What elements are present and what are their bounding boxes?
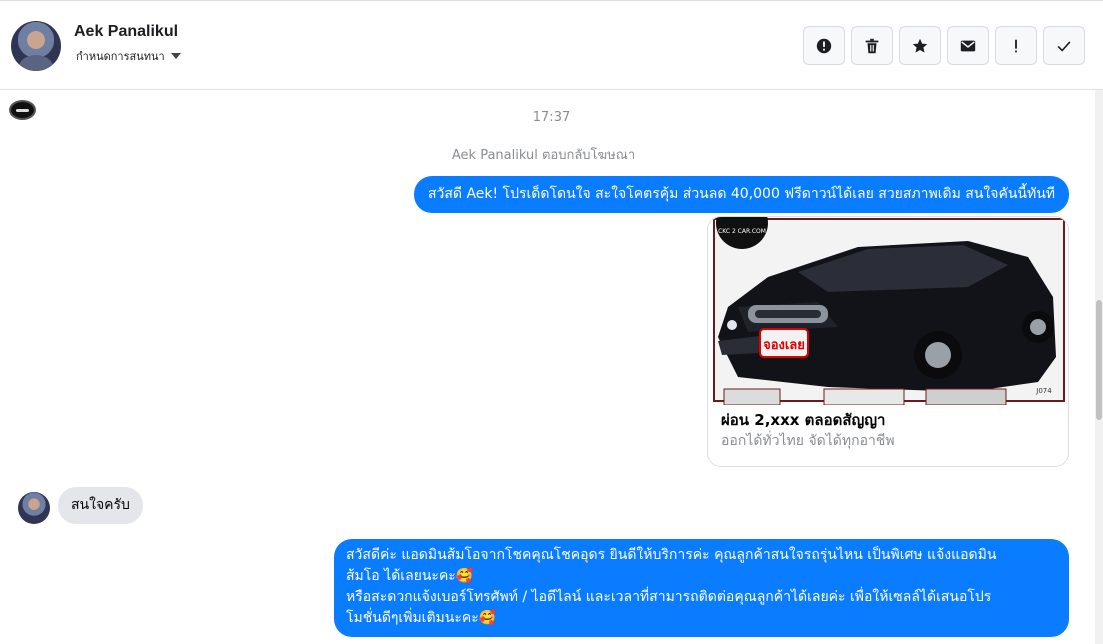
star-icon	[912, 38, 928, 53]
mark-unread-button[interactable]	[947, 26, 989, 65]
messenger-conversation: Aek Panalikul กำหนดการสนทนา 17:37 Aek Pa…	[0, 0, 1103, 644]
envelope-icon	[960, 40, 976, 51]
conversation-toolbar	[803, 26, 1085, 65]
message-line: สวัสดีค่ะ แอดมินส้มโอจากโชคคุณโชคอุดร ยิ…	[346, 547, 997, 563]
exclamation-icon	[1015, 39, 1017, 52]
check-icon	[1057, 40, 1071, 52]
chat-scrollbar[interactable]	[1095, 90, 1103, 644]
ad-card-subtitle: ออกได้ทั่วไทย จัดได้ทุกอาชีพ	[721, 433, 895, 449]
conversation-header: Aek Panalikul กำหนดการสนทนา	[0, 0, 1103, 90]
booking-badge: จองเลย	[763, 338, 805, 353]
message-line: ส้มโอ ได้เลยนะคะ🥰	[346, 568, 474, 584]
ad-reply-notice: Aek Panalikul ตอบกลับโฆษณา	[451, 148, 636, 163]
ad-card-title: ผ่อน 2,xxx ตลอดสัญญา	[721, 411, 886, 429]
image-watermark: J074	[1035, 387, 1052, 395]
outgoing-message[interactable]: สวัสดี Aek! โปรเด็ดโดนใจ สะใจโคตรคุ้ม ส่…	[413, 176, 1069, 213]
spam-button[interactable]	[995, 26, 1037, 65]
mark-done-button[interactable]	[1043, 26, 1085, 65]
trash-icon	[865, 38, 879, 53]
conversation-settings-label: กำหนดการสนทนา	[76, 50, 165, 63]
ad-card[interactable]: จองเลย CKC 2 CAR.COM J074 ผ่อน 2,xxx ตลอ…	[707, 216, 1069, 467]
contact-name[interactable]: Aek Panalikul	[74, 23, 178, 41]
conversation-settings-dropdown[interactable]: กำหนดการสนทนา	[76, 47, 181, 65]
message-line: หรือสะดวกแจ้งเบอร์โทรศัพท์ / ไอดีไลน์ แล…	[346, 589, 992, 605]
contact-avatar[interactable]	[11, 21, 61, 71]
message-timestamp: 17:37	[532, 110, 571, 125]
report-button[interactable]	[803, 26, 845, 65]
incoming-message[interactable]: สนใจครับ	[58, 487, 143, 524]
message-line: โมชั่นดีๆเพิ่มเติมนะคะ🥰	[346, 610, 497, 626]
star-button[interactable]	[899, 26, 941, 65]
alert-circle-icon	[816, 38, 832, 53]
caret-down-icon	[170, 53, 181, 59]
scrollbar-thumb[interactable]	[1096, 300, 1102, 420]
contact-avatar-small[interactable]	[18, 492, 50, 524]
delete-button[interactable]	[851, 26, 893, 65]
car-ad-image: จองเลย CKC 2 CAR.COM J074	[708, 217, 1068, 405]
outgoing-message-long[interactable]: สวัสดีค่ะ แอดมินส้มโอจากโชคคุณโชคอุดร ยิ…	[334, 539, 1069, 637]
dealer-logo-text: CKC 2 CAR.COM	[718, 228, 766, 235]
